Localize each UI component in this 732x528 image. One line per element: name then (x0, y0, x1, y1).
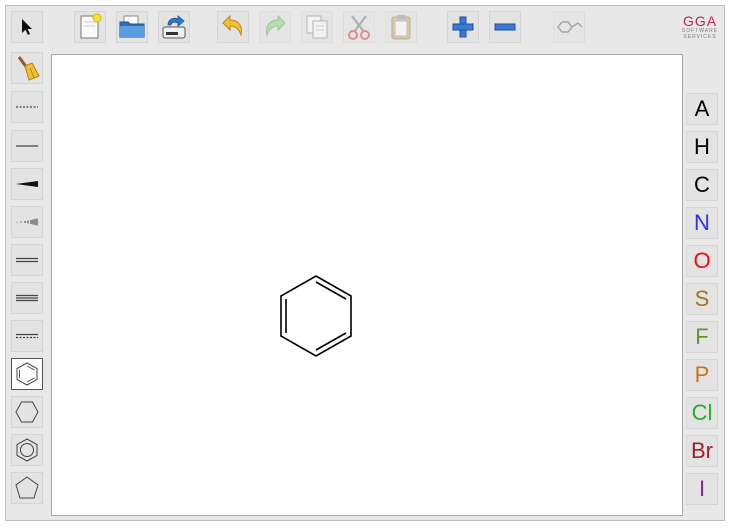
cyclopentane-ring-button[interactable] (11, 472, 43, 504)
copy-button[interactable] (301, 11, 333, 43)
atom-button-cl[interactable]: Cl (686, 397, 718, 429)
atom-button-p[interactable]: P (686, 359, 718, 391)
wedge-bond-icon (16, 181, 38, 187)
redo-button[interactable] (259, 11, 291, 43)
clear-tool-button[interactable] (11, 52, 43, 84)
clipboard-icon (391, 15, 411, 40)
atom-symbol: P (694, 362, 710, 387)
minus-icon (494, 23, 516, 31)
atom-symbol: N (694, 210, 710, 235)
zoom-out-button[interactable] (489, 11, 521, 43)
triple-bond-button[interactable] (11, 282, 43, 314)
aromatic-ring-button[interactable] (11, 434, 43, 466)
dotted-bond-icon (16, 106, 38, 108)
molecule-drawing (280, 275, 352, 357)
scissors-icon (348, 15, 370, 40)
copy-icon (306, 15, 328, 39)
drawing-canvas[interactable] (51, 54, 683, 516)
double-bond-icon (16, 257, 38, 263)
zoom-in-button[interactable] (447, 11, 479, 43)
ketcher-editor: GGA SOFTWARE SERVICES A H C N O S F P Cl… (5, 5, 725, 521)
benzene-ring-button[interactable] (11, 358, 43, 390)
aromatic-bond-button[interactable] (11, 320, 43, 352)
single-bond-button[interactable] (11, 130, 43, 162)
gga-logo: GGA SOFTWARE SERVICES (679, 14, 721, 44)
atom-symbol: C (694, 172, 710, 197)
plus-icon (452, 16, 474, 38)
benzene-ring-icon (16, 362, 38, 386)
broom-icon (17, 56, 40, 81)
triple-bond-icon (16, 294, 38, 302)
atom-button-h[interactable]: H (686, 131, 718, 163)
single-bond-icon (16, 145, 38, 147)
atom-button-br[interactable]: Br (686, 435, 718, 467)
folder-open-icon (119, 15, 145, 38)
atom-symbol: I (698, 476, 706, 501)
atom-symbol: S (694, 286, 710, 311)
atom-button-f[interactable]: F (686, 321, 718, 353)
open-file-button[interactable] (116, 11, 148, 43)
pointer-arrow-icon (22, 19, 32, 35)
template-button[interactable] (553, 11, 585, 43)
undo-button[interactable] (217, 11, 249, 43)
logo-sub-2: SERVICES (683, 34, 717, 40)
atom-symbol: H (694, 134, 710, 159)
atom-symbol: Br (691, 438, 713, 463)
cut-button[interactable] (343, 11, 375, 43)
atom-button-i[interactable]: I (686, 473, 718, 505)
new-document-icon (80, 13, 102, 39)
molecule-template-icon (557, 21, 583, 33)
cyclohexane-ring-button[interactable] (11, 396, 43, 428)
cyclohexane-ring-icon (15, 401, 39, 423)
aromatic-bond-icon (16, 333, 38, 339)
single-bond-any-button[interactable] (11, 91, 43, 123)
new-document-button[interactable] (74, 11, 106, 43)
paste-button[interactable] (385, 11, 417, 43)
pointer-tool-button[interactable] (11, 11, 43, 43)
save-icon (162, 15, 186, 39)
hashed-wedge-bond-icon (16, 218, 38, 226)
atom-symbol: O (693, 248, 711, 273)
atom-symbol: F (695, 324, 709, 349)
wedge-up-bond-button[interactable] (11, 168, 43, 200)
atom-button-o[interactable]: O (686, 245, 718, 277)
save-file-button[interactable] (158, 11, 190, 43)
aromatic-ring-icon (16, 438, 38, 462)
atom-symbol: A (694, 96, 710, 121)
logo-mark: GGA (682, 13, 718, 29)
atom-button-c[interactable]: C (686, 169, 718, 201)
redo-arrow-icon (266, 14, 286, 37)
benzene-ring-outer[interactable] (280, 275, 352, 357)
atom-button-a[interactable]: A (686, 93, 718, 125)
atom-button-s[interactable]: S (686, 283, 718, 315)
undo-arrow-icon (222, 14, 242, 37)
wedge-down-bond-button[interactable] (11, 206, 43, 238)
atom-button-n[interactable]: N (686, 207, 718, 239)
cyclopentane-ring-icon (15, 476, 39, 499)
double-bond-button[interactable] (11, 244, 43, 276)
atom-symbol: Cl (691, 400, 713, 425)
